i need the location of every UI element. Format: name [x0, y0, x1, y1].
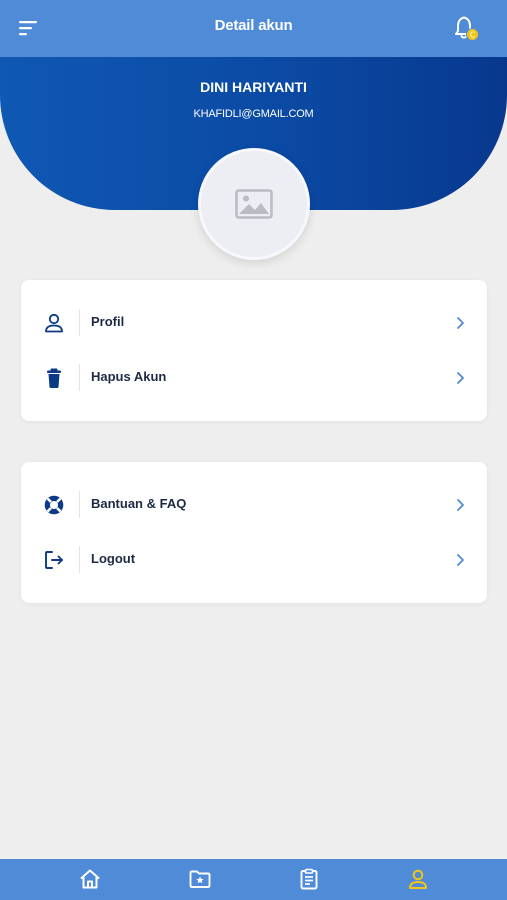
menu-item-bantuan-faq[interactable]: Bantuan & FAQ [21, 483, 487, 527]
chevron-right-icon [457, 499, 464, 511]
menu-item-label: Profil [91, 314, 125, 329]
trash-icon [47, 368, 61, 388]
logout-icon [45, 551, 63, 569]
menu-item-profil[interactable]: Profil [21, 301, 487, 345]
divider [79, 546, 80, 573]
nav-tasks[interactable] [297, 867, 321, 891]
bottom-navigation [0, 859, 507, 900]
divider [79, 491, 80, 518]
menu-item-hapus-akun[interactable]: Hapus Akun [21, 356, 487, 400]
account-menu-card: Profil Hapus Akun [21, 280, 487, 421]
nav-account[interactable] [406, 867, 430, 891]
menu-item-label: Logout [91, 551, 136, 566]
nav-home[interactable] [78, 867, 102, 891]
top-app-bar: Detail akun C [0, 0, 507, 57]
chevron-right-icon [457, 372, 464, 384]
avatar[interactable] [198, 148, 310, 260]
divider [79, 309, 80, 336]
nav-favorites[interactable] [188, 867, 212, 891]
support-menu-card: Bantuan & FAQ Logout [21, 462, 487, 603]
bell-icon: C [455, 16, 479, 41]
lifebuoy-icon [44, 495, 64, 515]
user-icon [409, 869, 427, 889]
user-email: KHAFIDLI@GMAIL.COM [193, 108, 314, 120]
menu-item-logout[interactable]: Logout [21, 538, 487, 582]
user-icon [45, 313, 63, 333]
divider [79, 364, 80, 391]
star-folder-icon [189, 870, 211, 888]
notification-button[interactable]: C [453, 14, 481, 44]
page-title: Detail akun [214, 17, 293, 34]
clipboard-icon [300, 868, 318, 890]
home-icon [80, 869, 100, 889]
menu-item-label: Hapus Akun [91, 369, 167, 384]
chevron-right-icon [457, 554, 464, 566]
image-placeholder-icon [235, 189, 273, 219]
notification-badge: C [470, 30, 475, 39]
chevron-right-icon [457, 317, 464, 329]
menu-item-label: Bantuan & FAQ [91, 496, 187, 511]
user-name: DINI HARIYANTI [200, 79, 307, 95]
